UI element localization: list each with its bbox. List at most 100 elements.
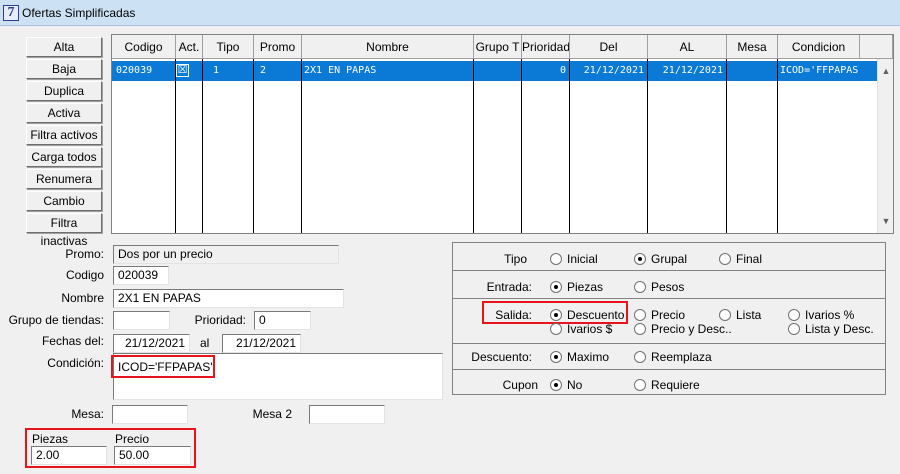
option-label: Inicial xyxy=(567,252,598,266)
cambio-button[interactable]: Cambio xyxy=(26,191,102,211)
col-divider xyxy=(647,59,648,233)
col-header-mesa[interactable]: Mesa xyxy=(727,35,778,59)
mesa2-field[interactable] xyxy=(309,405,385,424)
cell-condicion: ICOD='FFPAPAS xyxy=(780,65,859,76)
cell-nombre: 2X1 EN PAPAS xyxy=(304,65,377,76)
option-label: Piezas xyxy=(567,280,604,294)
col-header-condicion[interactable]: Condicion xyxy=(778,35,860,59)
col-header-blank xyxy=(860,35,893,59)
descuento-reemplaza-radio[interactable]: Reemplaza xyxy=(634,350,712,364)
cell-act-checkbox[interactable]: ☒ xyxy=(176,64,189,77)
col-header-prioridad[interactable]: Prioridad xyxy=(522,35,570,59)
alta-button[interactable]: Alta xyxy=(26,37,102,57)
filtra-inactivas-button[interactable]: Filtra inactivas xyxy=(26,213,102,248)
col-header-tipo[interactable]: Tipo xyxy=(203,35,254,59)
duplica-button[interactable]: Duplica xyxy=(26,81,102,101)
option-label: Reemplaza xyxy=(651,350,712,364)
salida-precio-desc-radio[interactable]: Precio y Desc.. xyxy=(634,322,732,336)
entrada-piezas-radio[interactable]: Piezas xyxy=(550,280,603,294)
activa-button[interactable]: Activa xyxy=(26,103,102,123)
option-label: Final xyxy=(736,252,763,266)
salida-lista-desc-radio[interactable]: Lista y Desc. xyxy=(788,322,874,336)
cupon-requiere-radio[interactable]: Requiere xyxy=(634,378,700,392)
col-header-act[interactable]: Act. xyxy=(176,35,203,59)
cell-mesa xyxy=(729,63,775,79)
piezas-field[interactable]: 2.00 xyxy=(31,446,107,465)
salida-precio-radio[interactable]: Precio xyxy=(634,308,685,322)
col-divider xyxy=(175,59,176,233)
title-bar: 7 Ofertas Simplificadas xyxy=(0,0,900,26)
scroll-up-icon[interactable]: ▲ xyxy=(878,63,894,79)
col-divider xyxy=(301,59,302,233)
al-label: al xyxy=(200,336,210,350)
cupon-no-radio[interactable]: No xyxy=(550,378,582,392)
cell-del: 21/12/2021 xyxy=(583,65,644,76)
cupon-label: Cupon xyxy=(502,378,538,392)
baja-button[interactable]: Baja xyxy=(26,59,102,79)
col-divider xyxy=(569,59,570,233)
salida-lista-radio[interactable]: Lista xyxy=(719,308,761,322)
filtra-activos-button[interactable]: Filtra activos xyxy=(26,125,102,145)
tipo-label: Tipo xyxy=(504,252,527,266)
prioridad-label: Prioridad: xyxy=(194,313,246,327)
entrada-label: Entrada: xyxy=(486,280,532,294)
cell-tipo: 1 xyxy=(213,65,220,76)
offers-grid[interactable]: Codigo Act. Tipo Promo Nombre Grupo T Pr… xyxy=(111,34,894,234)
cell-codigo: 020039 xyxy=(116,65,153,76)
col-header-promo[interactable]: Promo xyxy=(254,35,302,59)
col-divider xyxy=(777,59,778,233)
fechas-label: Fechas del: xyxy=(41,334,104,348)
grupo-tiendas-field[interactable] xyxy=(113,311,170,330)
option-label: Ivarios % xyxy=(805,308,855,322)
grid-scrollbar[interactable]: ▲ ▼ xyxy=(877,59,893,233)
nombre-field[interactable]: 2X1 EN PAPAS xyxy=(113,289,344,308)
radio-icon xyxy=(550,253,562,265)
col-divider xyxy=(202,59,203,233)
tipo-final-radio[interactable]: Final xyxy=(719,252,762,266)
fecha-del-field[interactable]: 21/12/2021 xyxy=(113,334,190,353)
renumera-button[interactable]: Renumera xyxy=(26,169,102,189)
salida-ivarios-pct-radio[interactable]: Ivarios % xyxy=(788,308,854,322)
condicion-label: Condición: xyxy=(47,356,104,370)
separator xyxy=(453,270,885,271)
prioridad-field[interactable]: 0 xyxy=(254,311,311,330)
col-header-nombre[interactable]: Nombre xyxy=(302,35,474,59)
carga-todos-button[interactable]: Carga todos xyxy=(26,147,102,167)
entrada-pesos-radio[interactable]: Pesos xyxy=(634,280,684,294)
radio-selected-icon xyxy=(550,309,562,321)
radio-icon xyxy=(634,323,646,335)
radio-icon xyxy=(634,379,646,391)
col-header-del[interactable]: Del xyxy=(570,35,648,59)
radio-selected-icon xyxy=(634,253,646,265)
tipo-inicial-radio[interactable]: Inicial xyxy=(550,252,598,266)
promo-field: Dos por un precio xyxy=(113,245,339,264)
option-label: Requiere xyxy=(651,378,700,392)
descuento-maximo-radio[interactable]: Maximo xyxy=(550,350,609,364)
option-label: Descuento xyxy=(567,308,625,322)
window-title: Ofertas Simplificadas xyxy=(22,6,136,20)
radio-icon xyxy=(719,309,731,321)
mesa-field[interactable] xyxy=(112,405,188,424)
salida-descuento-radio[interactable]: Descuento xyxy=(550,308,624,322)
col-header-codigo[interactable]: Codigo xyxy=(112,35,176,59)
codigo-field[interactable]: 020039 xyxy=(113,266,169,285)
col-divider xyxy=(473,59,474,233)
col-divider xyxy=(726,59,727,233)
option-label: Pesos xyxy=(651,280,685,294)
radio-icon xyxy=(634,309,646,321)
radio-selected-icon xyxy=(550,351,562,363)
cell-promo: 2 xyxy=(260,65,267,76)
radio-icon xyxy=(550,323,562,335)
option-label: Grupal xyxy=(651,252,688,266)
tipo-grupal-radio[interactable]: Grupal xyxy=(634,252,687,266)
separator xyxy=(453,298,885,299)
precio-field[interactable]: 50.00 xyxy=(114,446,191,465)
col-header-grupo[interactable]: Grupo T xyxy=(474,35,522,59)
radio-icon xyxy=(788,323,800,335)
scroll-down-icon[interactable]: ▼ xyxy=(878,213,894,229)
col-header-al[interactable]: AL xyxy=(648,35,727,59)
cell-al: 21/12/2021 xyxy=(662,65,723,76)
salida-ivarios-dollar-radio[interactable]: Ivarios $ xyxy=(550,322,612,336)
radio-icon xyxy=(719,253,731,265)
fecha-al-field[interactable]: 21/12/2021 xyxy=(222,334,301,353)
